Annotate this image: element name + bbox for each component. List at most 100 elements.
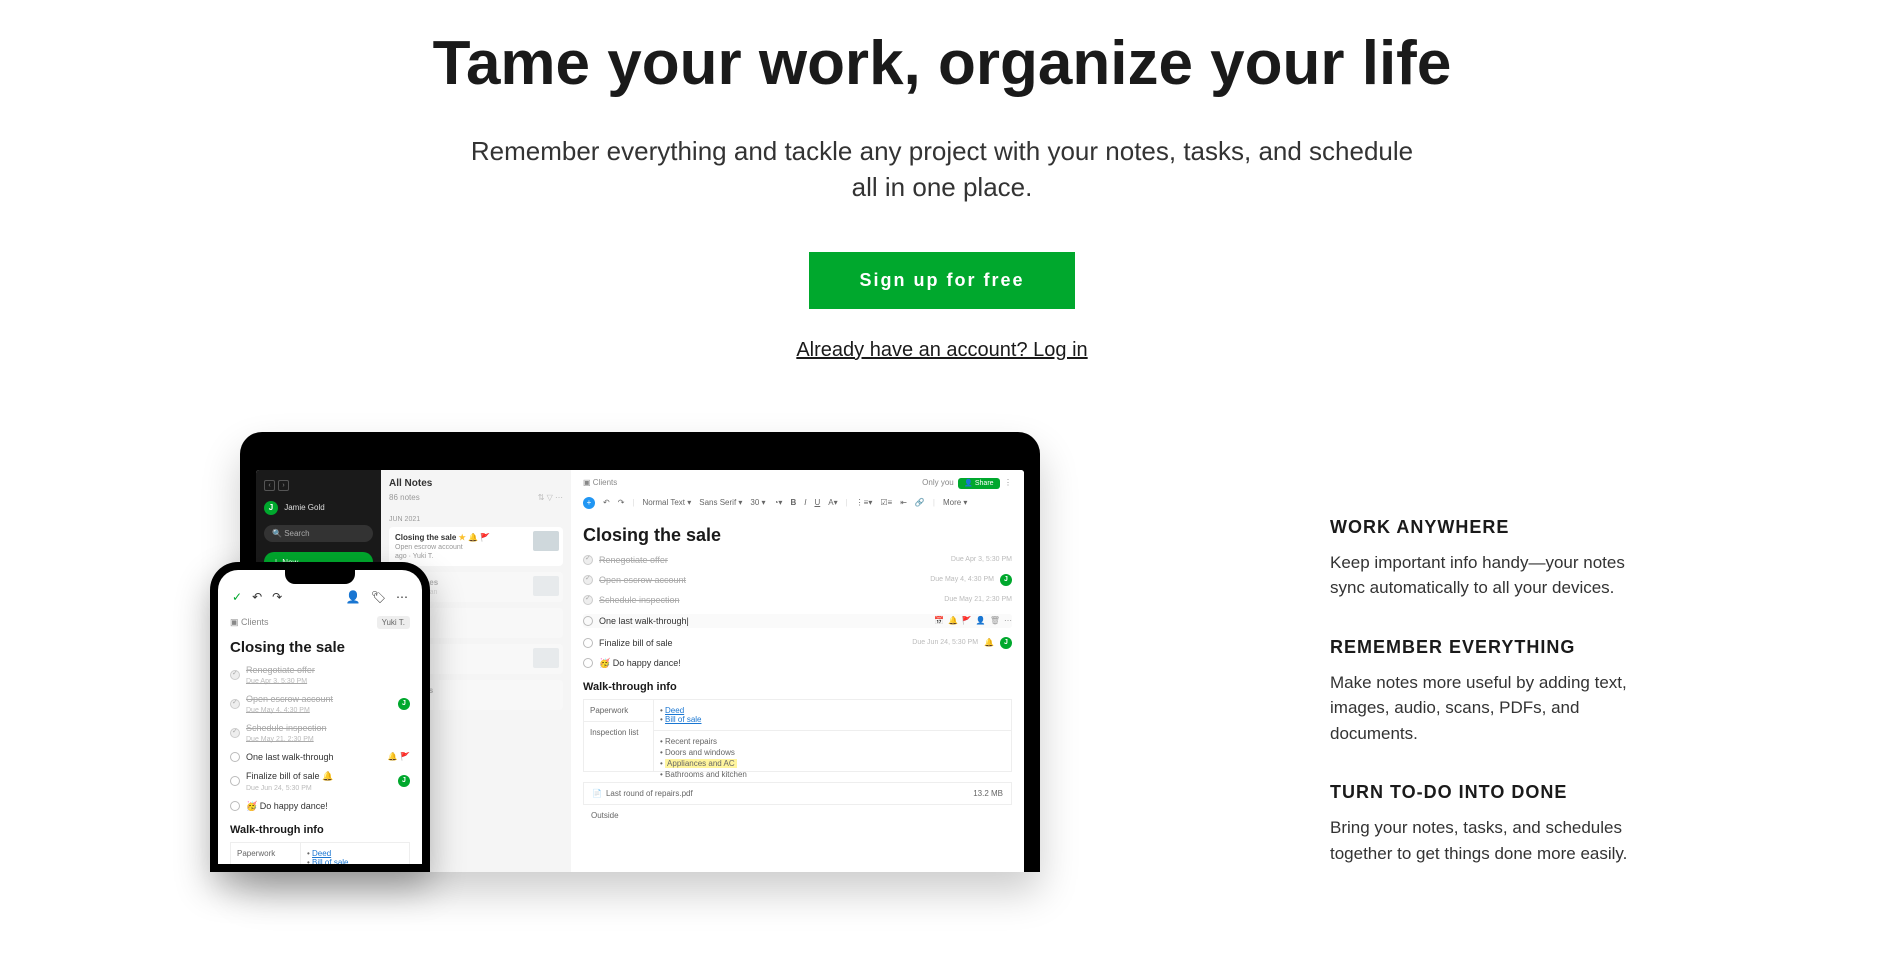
task-row[interactable]: Renegotiate offerDue Apr 3, 5:30 PM	[230, 665, 410, 685]
tag-icon[interactable]: 🏷	[371, 590, 386, 604]
phone-toolbar: ✓ ↶ ↷ 👤 🏷 ⋯	[230, 590, 410, 604]
undo-icon[interactable]: ↶	[603, 498, 610, 507]
notelist-header: All Notes	[389, 478, 563, 489]
features-column: WORK ANYWHERE Keep important info handy—…	[1330, 432, 1630, 903]
note-editor: ▣ Clients Only you 👤 Share ⋮ + ↶↷| Norma…	[571, 470, 1024, 872]
checkbox-icon[interactable]	[230, 670, 240, 680]
avatar-badge: J	[398, 698, 410, 710]
breadcrumb[interactable]: ▣ Clients	[583, 478, 617, 487]
link[interactable]: Bill of sale	[665, 715, 701, 724]
checkbox-icon[interactable]	[230, 801, 240, 811]
note-title[interactable]: Closing the sale	[583, 525, 1012, 546]
task-row[interactable]: One last walk-through|📅🔔🚩👤🗑⋯	[583, 614, 1012, 628]
hero-title: Tame your work, organize your life	[0, 28, 1884, 99]
pdf-icon: 📄	[592, 789, 602, 798]
feature-item: WORK ANYWHERE Keep important info handy—…	[1330, 517, 1630, 601]
flag-icon: 🚩	[962, 616, 972, 625]
table-cell: Paperwork	[231, 843, 300, 864]
task-row[interactable]: Open escrow accountDue May 4, 4:30 PM J	[583, 574, 1012, 586]
search-input[interactable]: 🔍 Search	[264, 525, 373, 542]
task-row[interactable]: Schedule inspectionDue May 21, 2:30 PM	[230, 723, 410, 743]
check-list-icon[interactable]: ☑≡	[880, 498, 892, 507]
editor-toolbar: + ↶↷| Normal Text ▾ Sans Serif ▾ 30 ▾ ◔▾…	[583, 497, 1012, 509]
task-row[interactable]: Finalize bill of saleDue Jun 24, 5:30 PM…	[583, 637, 1012, 649]
more-icon[interactable]: ⋮	[1004, 478, 1012, 487]
attachment-row[interactable]: 📄Last round of repairs.pdf13.2 MB	[583, 782, 1012, 805]
outdent-icon[interactable]: ⇤	[900, 498, 907, 507]
search-placeholder: Search	[284, 529, 309, 538]
redo-icon[interactable]: ↷	[618, 498, 625, 507]
feature-item: TURN TO-DO INTO DONE Bring your notes, t…	[1330, 782, 1630, 866]
font-family[interactable]: Sans Serif ▾	[699, 498, 742, 507]
link[interactable]: Bill of sale	[312, 858, 348, 864]
checkbox-icon[interactable]	[230, 699, 240, 709]
checkbox-icon[interactable]	[583, 658, 593, 668]
task-row[interactable]: 🥳 Do happy dance!	[583, 658, 1012, 669]
task-row[interactable]: Schedule inspectionDue May 21, 2:30 PM	[583, 595, 1012, 605]
user-add-icon[interactable]: 👤	[346, 590, 361, 604]
feature-body: Bring your notes, tasks, and schedules t…	[1330, 815, 1630, 866]
task-row[interactable]: 🥳 Do happy dance!	[230, 801, 410, 812]
account-row[interactable]: J Jamie Gold	[264, 501, 373, 515]
thumbnail-icon	[533, 531, 559, 551]
signup-button[interactable]: Sign up for free	[809, 252, 1074, 309]
hero: Tame your work, organize your life Remem…	[0, 0, 1884, 362]
nav-arrows: ‹›	[264, 480, 373, 491]
note-item[interactable]: Closing the sale ★ 🔔 🚩 Open escrow accou…	[389, 527, 563, 566]
link[interactable]: Deed	[312, 849, 331, 858]
link-icon[interactable]: 🔗	[915, 498, 925, 507]
feature-body: Keep important info handy—your notes syn…	[1330, 550, 1630, 601]
checkbox-icon[interactable]	[583, 616, 593, 626]
bold-icon[interactable]: B	[790, 498, 796, 507]
checkbox-icon[interactable]	[583, 638, 593, 648]
tag-chip[interactable]: Yuki T.	[377, 616, 410, 629]
task-row[interactable]: Open escrow accountDue May 4, 4:30 PMJ	[230, 694, 410, 714]
note-title[interactable]: Closing the sale	[230, 639, 410, 656]
share-button[interactable]: 👤 Share	[958, 478, 999, 489]
bell-icon: 🔔	[948, 616, 958, 625]
task-row[interactable]: Renegotiate offerDue Apr 3, 5:30 PM	[583, 555, 1012, 565]
insert-icon[interactable]: +	[583, 497, 595, 509]
avatar-icon: J	[264, 501, 278, 515]
calendar-icon: 📅	[934, 616, 944, 625]
checkbox-icon[interactable]	[230, 752, 240, 762]
more-icon[interactable]: ⋯	[396, 590, 408, 604]
redo-icon[interactable]: ↷	[272, 590, 282, 604]
undo-icon[interactable]: ↶	[252, 590, 262, 604]
more-toolbar[interactable]: More ▾	[943, 498, 967, 507]
bullet-list-icon[interactable]: ⋮≡▾	[856, 498, 873, 507]
info-table: Paperwork • Deed• Bill of sale	[230, 842, 410, 864]
breadcrumb[interactable]: ▣ Clients	[230, 617, 269, 628]
task-row[interactable]: Finalize bill of sale 🔔Due Jun 24, 5:30 …	[230, 771, 410, 792]
check-icon[interactable]: ✓	[232, 590, 242, 604]
caption: Outside	[591, 811, 1012, 820]
file-size: 13.2 MB	[973, 789, 1003, 798]
checkbox-icon[interactable]	[583, 575, 593, 585]
forward-icon[interactable]: ›	[278, 480, 289, 491]
link[interactable]: Deed	[665, 706, 684, 715]
table-cell: • Deed• Bill of sale	[301, 843, 409, 864]
trash-icon: 🗑	[990, 616, 1000, 625]
login-link[interactable]: Already have an account? Log in	[796, 339, 1087, 362]
list-tools[interactable]: ⇅ ▽ ⋯	[538, 493, 563, 502]
feature-body: Make notes more useful by adding text, i…	[1330, 670, 1630, 747]
back-icon[interactable]: ‹	[264, 480, 275, 491]
table-cell: • Deed• Bill of sale	[654, 700, 1011, 731]
underline-icon[interactable]: U	[814, 498, 820, 507]
font-size[interactable]: 30 ▾	[750, 498, 765, 507]
table-cell: • Recent repairs • Doors and windows • A…	[654, 731, 1011, 771]
info-table: Paperwork Inspection list • Deed• Bill o…	[583, 699, 1012, 772]
checkbox-icon[interactable]	[230, 728, 240, 738]
color-icon[interactable]: ◔▾	[774, 498, 783, 507]
task-row[interactable]: One last walk-through🔔 🚩	[230, 752, 410, 762]
checkbox-icon[interactable]	[583, 555, 593, 565]
checkbox-icon[interactable]	[583, 595, 593, 605]
para-style[interactable]: Normal Text ▾	[642, 498, 691, 507]
italic-icon[interactable]: I	[804, 498, 806, 507]
checkbox-icon[interactable]	[230, 776, 240, 786]
highlight-icon[interactable]: A▾	[828, 498, 837, 507]
task-action-icons[interactable]: 📅🔔🚩👤🗑⋯	[934, 616, 1012, 625]
content-row: ‹› J Jamie Gold 🔍 Search ＋ New⌄ All Note…	[0, 432, 1884, 903]
phone-frame: ✓ ↶ ↷ 👤 🏷 ⋯ ▣ Clients Yuki T. Closing the sal…	[210, 562, 430, 872]
feature-title: WORK ANYWHERE	[1330, 517, 1630, 538]
